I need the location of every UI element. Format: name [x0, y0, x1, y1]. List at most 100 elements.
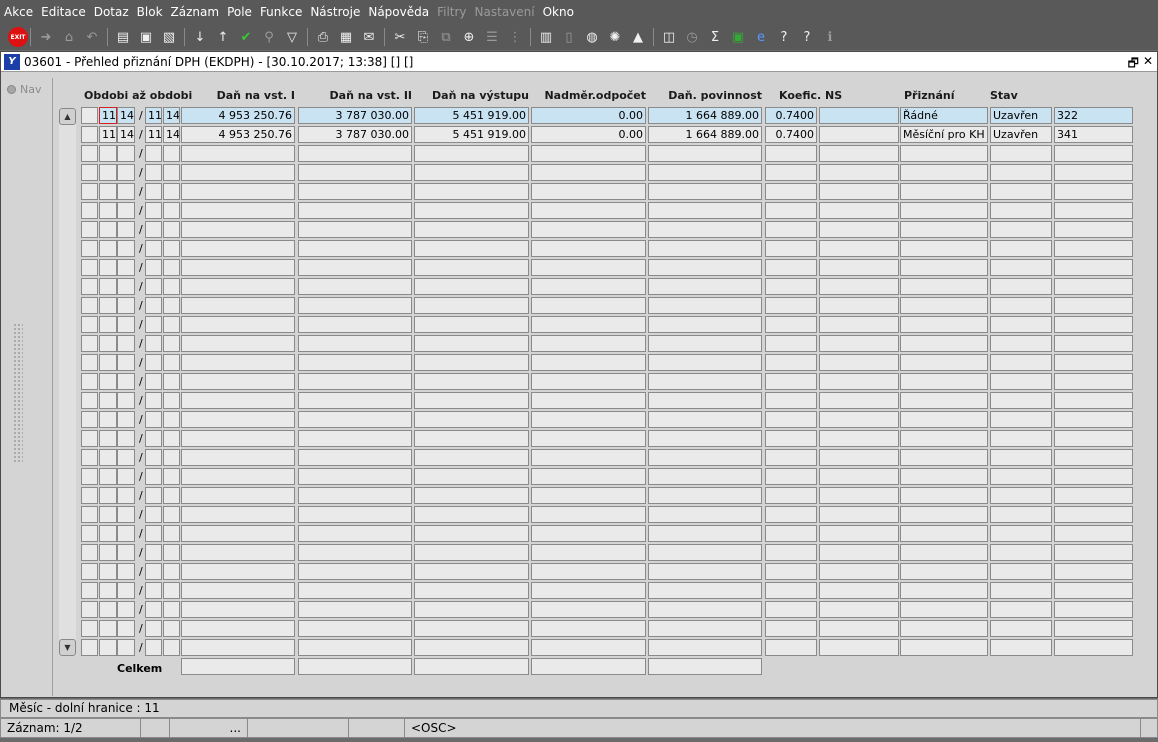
cell-excess[interactable] [531, 392, 646, 409]
cell-state[interactable] [990, 373, 1052, 390]
menu-item-záznam[interactable]: Záznam [171, 5, 220, 19]
cell-state[interactable] [990, 145, 1052, 162]
cell-vat-in-2[interactable] [298, 449, 412, 466]
cell-num[interactable] [1054, 525, 1133, 542]
cell-m2[interactable] [145, 221, 162, 238]
cell-m2[interactable] [145, 525, 162, 542]
cell-m1[interactable] [99, 392, 117, 409]
chart-icon[interactable]: ◫ [659, 27, 679, 47]
cell-y2[interactable]: 14 [163, 107, 180, 124]
cell-y1[interactable] [117, 620, 135, 637]
cell-excess[interactable] [531, 145, 646, 162]
cell-state[interactable] [990, 202, 1052, 219]
cell-return[interactable] [900, 468, 988, 485]
cell-vat-in-1[interactable] [181, 316, 295, 333]
cell-ns[interactable] [819, 392, 899, 409]
cell-excess[interactable] [531, 373, 646, 390]
cell-vat-in-2[interactable] [298, 183, 412, 200]
cell-state[interactable] [990, 506, 1052, 523]
cell-vat-in-2[interactable] [298, 411, 412, 428]
cell-y1[interactable] [117, 202, 135, 219]
clock-icon[interactable]: ◷ [682, 27, 702, 47]
cell-vat-in-1[interactable] [181, 392, 295, 409]
exit-button[interactable]: EXIT [8, 27, 28, 47]
cell-return[interactable] [900, 449, 988, 466]
cell-vat-in-1[interactable]: 4 953 250.76 [181, 107, 295, 124]
cell-excess[interactable] [531, 544, 646, 561]
cell-excess[interactable] [531, 563, 646, 580]
cell-ns[interactable] [819, 506, 899, 523]
cell-state[interactable] [990, 544, 1052, 561]
cell-num[interactable] [1054, 430, 1133, 447]
cell-excess[interactable] [531, 259, 646, 276]
cell-y2[interactable] [163, 487, 180, 504]
cell-m2[interactable] [145, 544, 162, 561]
cell-vat-out[interactable] [414, 259, 529, 276]
cell-vat-out[interactable] [414, 316, 529, 333]
copy-record-icon[interactable]: ▣ [136, 27, 156, 47]
cell-y1[interactable] [117, 449, 135, 466]
cell-m2[interactable] [145, 582, 162, 599]
cell-y1[interactable] [117, 544, 135, 561]
cell-vat-in-2[interactable] [298, 373, 412, 390]
cell-m2[interactable] [145, 183, 162, 200]
cell-y1[interactable] [117, 335, 135, 352]
cell-vat-out[interactable] [414, 183, 529, 200]
cell-coef[interactable] [765, 449, 817, 466]
cell-liability[interactable] [648, 468, 762, 485]
cell-excess[interactable] [531, 468, 646, 485]
cell-num[interactable] [1054, 373, 1133, 390]
cell-liability[interactable] [648, 373, 762, 390]
cell-coef[interactable] [765, 487, 817, 504]
tree-icon[interactable]: ⋮ [505, 27, 525, 47]
cell-y1[interactable] [117, 506, 135, 523]
cell-excess[interactable] [531, 506, 646, 523]
cell-vat-in-1[interactable] [181, 411, 295, 428]
splitter-handle[interactable] [13, 323, 23, 463]
menu-item-editace[interactable]: Editace [41, 5, 86, 19]
copy-icon[interactable]: ⧉ [436, 27, 456, 47]
cell-m1[interactable] [99, 411, 117, 428]
sort-descending-icon[interactable]: ↑ [213, 27, 233, 47]
cell-liability[interactable] [648, 563, 762, 580]
cell-liability[interactable] [648, 240, 762, 257]
cell-y2[interactable] [163, 468, 180, 485]
cell-m2[interactable] [145, 373, 162, 390]
cell-y1[interactable] [117, 563, 135, 580]
cell-y2[interactable] [163, 449, 180, 466]
cell-vat-in-1[interactable] [181, 620, 295, 637]
cell-coef[interactable] [765, 563, 817, 580]
cell-vat-in-2[interactable] [298, 525, 412, 542]
cell-state[interactable]: Uzavřen [990, 107, 1052, 124]
cell-coef[interactable] [765, 297, 817, 314]
cell-ns[interactable] [819, 582, 899, 599]
cell-m2[interactable] [145, 278, 162, 295]
cell-m2[interactable] [145, 164, 162, 181]
cell-num[interactable] [1054, 240, 1133, 257]
cell-num[interactable] [1054, 202, 1133, 219]
cell-vat-in-1[interactable] [181, 639, 295, 656]
row-selector[interactable] [81, 563, 98, 580]
cell-num[interactable] [1054, 449, 1133, 466]
cell-excess[interactable] [531, 449, 646, 466]
cell-vat-out[interactable] [414, 221, 529, 238]
cell-m2[interactable] [145, 563, 162, 580]
cell-num[interactable] [1054, 601, 1133, 618]
confirm-icon[interactable]: ✔ [236, 27, 256, 47]
cell-vat-in-1[interactable] [181, 164, 295, 181]
info-icon[interactable]: ℹ [820, 27, 840, 47]
cell-state[interactable] [990, 601, 1052, 618]
cell-vat-in-2[interactable] [298, 430, 412, 447]
cell-return[interactable] [900, 278, 988, 295]
cell-return[interactable] [900, 487, 988, 504]
cell-liability[interactable] [648, 525, 762, 542]
cell-m1[interactable] [99, 373, 117, 390]
cell-y2[interactable] [163, 525, 180, 542]
row-selector[interactable] [81, 126, 98, 143]
cell-m1[interactable] [99, 354, 117, 371]
cell-vat-in-1[interactable] [181, 601, 295, 618]
cell-ns[interactable] [819, 487, 899, 504]
cell-vat-out[interactable] [414, 563, 529, 580]
cell-vat-in-2[interactable] [298, 601, 412, 618]
filter-icon[interactable]: ▽ [282, 27, 302, 47]
